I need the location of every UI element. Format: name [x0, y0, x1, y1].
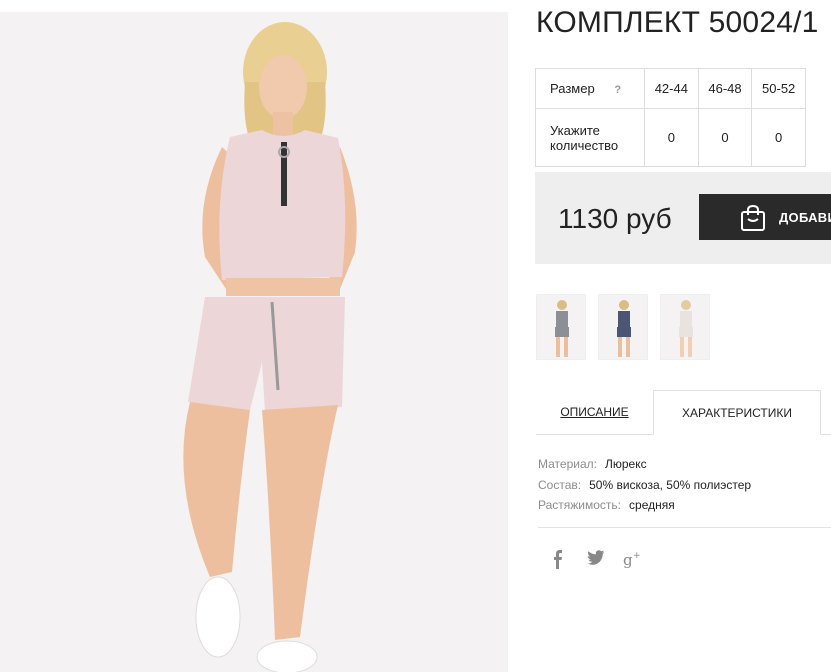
product-title: КОМПЛЕКТ 50024/1 [536, 6, 819, 39]
property-label: Состав: [538, 477, 582, 492]
thumbnail-image [555, 300, 569, 357]
size-option: 42-44 [644, 68, 699, 109]
add-to-cart-button[interactable]: ДОБАВИТЬ [699, 194, 831, 240]
property-label: Материал: [538, 457, 597, 471]
model-illustration [0, 12, 508, 672]
property-label: Растяжимость: [538, 498, 622, 512]
size-label-cell: Размер ? [535, 68, 645, 109]
svg-text:+: + [633, 551, 641, 561]
price-box: 1130 руб ДОБАВИТЬ [535, 172, 831, 264]
quantity-input[interactable]: 0 [751, 108, 806, 167]
property-row: Материал: Люрекс [538, 454, 751, 475]
size-label: Размер [550, 81, 595, 96]
add-to-cart-label: ДОБАВИТЬ [779, 210, 831, 225]
product-price: 1130 руб [558, 203, 672, 234]
thumbnail-image [617, 300, 631, 357]
section-divider [538, 527, 831, 528]
size-quantity-table: Размер ? 42-44 46-48 50-52 Укажите колич… [535, 68, 806, 167]
thumbnail-image [679, 300, 693, 357]
thumbnail-white[interactable] [660, 294, 710, 360]
thumbnail-navy[interactable] [598, 294, 648, 360]
tab-description[interactable]: ОПИСАНИЕ [536, 390, 653, 435]
quantity-label: Укажите количество [535, 108, 645, 167]
google-plus-icon[interactable]: g + [623, 550, 643, 570]
property-row: Растяжимость: средняя [538, 495, 751, 516]
twitter-icon[interactable] [587, 550, 605, 566]
size-option: 46-48 [697, 68, 753, 109]
property-value: средняя [629, 498, 675, 512]
product-tabs: ОПИСАНИЕ ХАРАКТЕРИСТИКИ [536, 390, 831, 436]
property-value: 50% вискоза, 50% полиэстер [589, 477, 752, 492]
product-properties: Материал: Люрекс Состав: 50% вискоза, 50% … [538, 454, 751, 516]
quantity-input[interactable]: 0 [697, 108, 753, 167]
facebook-icon[interactable] [551, 550, 565, 570]
svg-text:g: g [623, 551, 633, 569]
size-help-icon[interactable]: ? [614, 84, 621, 96]
property-row: Состав: 50% вискоза, 50% полиэстер [538, 475, 751, 496]
quantity-input[interactable]: 0 [644, 108, 699, 167]
tab-characteristics[interactable]: ХАРАКТЕРИСТИКИ [653, 390, 821, 435]
main-product-photo[interactable] [0, 12, 508, 672]
size-option: 50-52 [751, 68, 806, 109]
shopping-bag-icon [741, 204, 765, 231]
thumbnail-grey[interactable] [536, 294, 586, 360]
property-value: Люрекс [604, 457, 647, 471]
